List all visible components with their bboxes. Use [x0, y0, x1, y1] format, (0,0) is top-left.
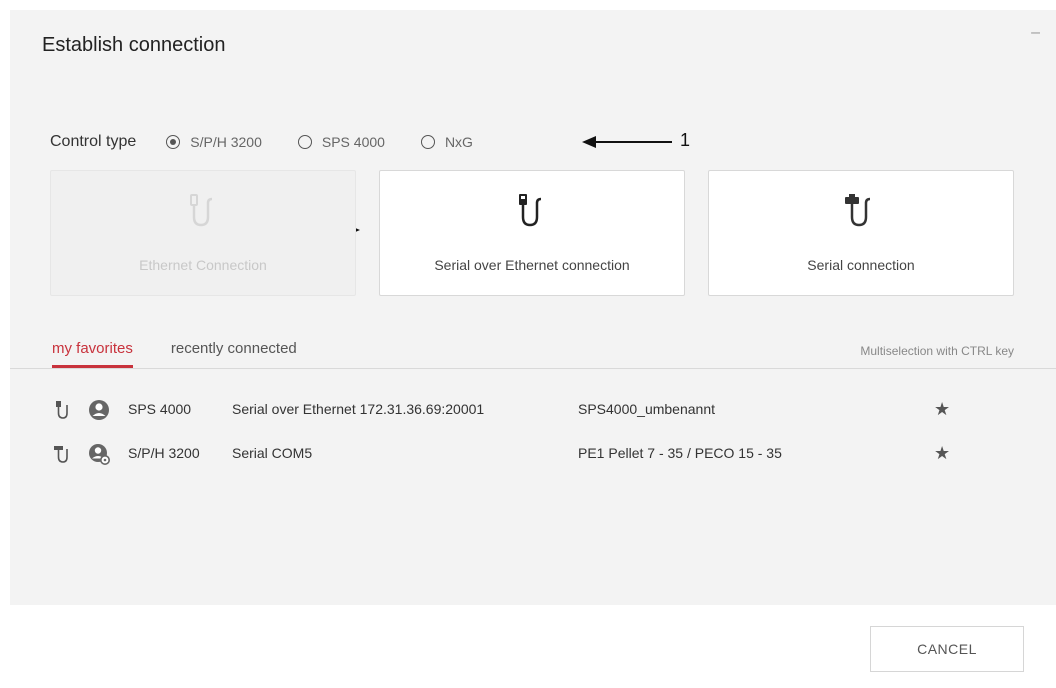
serial-plug-icon	[54, 446, 68, 463]
serial-over-ethernet-card[interactable]: Serial over Ethernet connection	[379, 170, 685, 296]
radio-sph-3200[interactable]: S/P/H 3200	[166, 134, 262, 150]
multiselection-hint: Multiselection with CTRL key	[860, 344, 1014, 358]
favorite-control-type: SPS 4000	[128, 401, 192, 417]
card-label: Serial connection	[807, 257, 915, 273]
control-type-label: Control type	[50, 133, 137, 150]
radio-label: SPS 4000	[321, 134, 385, 150]
favorite-row[interactable]: S/P/H 3200 Serial COM5 PE1 Pellet 7 - 35…	[54, 442, 1014, 466]
tab-recently-connected[interactable]: recently connected	[171, 340, 297, 368]
establish-connection-dialog: – Establish connection Control type S/P/…	[10, 10, 1056, 605]
favorite-name: PE1 Pellet 7 - 35 / PECO 15 - 35	[578, 445, 782, 461]
tab-my-favorites[interactable]: my favorites	[52, 340, 133, 368]
divider	[10, 368, 1056, 369]
control-type-row: Control type S/P/H 3200 SPS 4000 NxG	[50, 130, 509, 154]
cancel-button[interactable]: CANCEL	[870, 626, 1024, 672]
radio-unchecked-icon	[420, 135, 435, 149]
serial-connection-card[interactable]: Serial connection	[708, 170, 1014, 296]
user-icon	[89, 400, 109, 420]
favorite-connection: Serial over Ethernet 172.31.36.69:20001	[232, 401, 485, 417]
radio-sps-4000[interactable]: SPS 4000	[297, 134, 385, 150]
radio-unchecked-icon	[297, 135, 312, 149]
user-settings-icon	[89, 444, 110, 465]
radio-label: NxG	[444, 134, 473, 150]
favorite-row[interactable]: SPS 4000 Serial over Ethernet 172.31.36.…	[54, 398, 1014, 422]
star-icon[interactable]: ★	[934, 443, 950, 464]
star-icon[interactable]: ★	[934, 399, 950, 420]
radio-nxg[interactable]: NxG	[420, 134, 473, 150]
serial-over-ethernet-plug-icon	[56, 401, 68, 419]
dialog-title: Establish connection	[42, 34, 226, 56]
serial-plug-icon	[845, 194, 871, 227]
favorite-control-type: S/P/H 3200	[128, 445, 200, 461]
favorites-tabs: my favorites recently connected	[52, 340, 335, 368]
serial-over-ethernet-plug-icon	[519, 194, 542, 227]
annotation-arrow-1	[582, 136, 672, 148]
card-label: Ethernet Connection	[139, 257, 267, 273]
radio-label: S/P/H 3200	[190, 134, 262, 150]
favorite-connection: Serial COM5	[232, 445, 313, 461]
ethernet-connection-card: Ethernet Connection	[50, 170, 356, 296]
favorite-name: SPS4000_umbenannt	[578, 401, 715, 417]
ethernet-plug-icon	[190, 194, 213, 227]
radio-checked-icon	[166, 135, 181, 149]
minimize-button[interactable]: –	[1031, 24, 1040, 42]
card-label: Serial over Ethernet connection	[434, 257, 630, 273]
annotation-label-1: 1	[680, 130, 691, 150]
